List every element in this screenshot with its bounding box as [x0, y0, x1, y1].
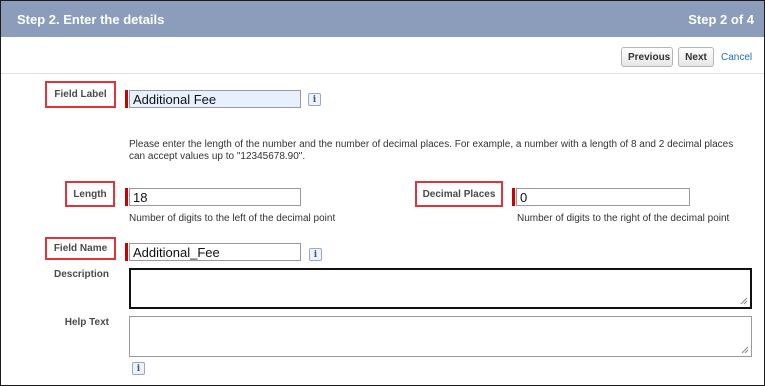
decimal-places-input[interactable]: 0 — [516, 188, 690, 206]
resize-grip-icon[interactable] — [741, 346, 749, 354]
field-label-label-text: Field Label — [54, 89, 107, 100]
decimal-places-label-text: Decimal Places — [422, 188, 496, 200]
instructions-text: Please enter the length of the number an… — [129, 139, 734, 162]
field-name-input[interactable]: Additional_Fee — [129, 243, 301, 261]
field-name-label: Field Name — [45, 237, 116, 260]
divider — [1, 73, 764, 74]
required-marker — [125, 243, 128, 261]
info-icon[interactable]: i — [308, 93, 321, 106]
step-title: Step 2. Enter the details — [17, 12, 165, 27]
description-textarea[interactable] — [129, 268, 752, 309]
help-text-textarea[interactable] — [129, 316, 752, 357]
decimal-places-hint: Number of digits to the right of the dec… — [517, 213, 730, 224]
required-marker — [512, 188, 515, 206]
field-label-label: Field Label — [45, 81, 116, 108]
help-text-label: Help Text — [64, 317, 109, 328]
length-hint: Number of digits to the left of the deci… — [129, 213, 336, 224]
field-name-label-text: Field Name — [53, 243, 108, 254]
required-marker — [125, 188, 128, 206]
length-label-text: Length — [73, 188, 107, 200]
step-indicator: Step 2 of 4 — [688, 12, 754, 27]
cancel-link[interactable]: Cancel — [721, 52, 752, 63]
resize-grip-icon[interactable] — [740, 297, 748, 305]
next-button[interactable]: Next — [678, 47, 714, 67]
description-label: Description — [53, 269, 109, 280]
field-label-input[interactable]: Additional Fee — [129, 90, 301, 108]
length-input[interactable]: 18 — [129, 188, 301, 206]
required-marker — [125, 90, 128, 108]
decimal-places-label: Decimal Places — [415, 181, 503, 207]
previous-button[interactable]: Previous — [621, 47, 673, 67]
length-label: Length — [65, 181, 115, 207]
wizard-frame: Step 2. Enter the details Step 2 of 4 Pr… — [0, 0, 765, 386]
info-icon[interactable]: i — [309, 248, 322, 261]
wizard-header: Step 2. Enter the details Step 2 of 4 — [1, 1, 764, 37]
info-icon[interactable]: i — [132, 362, 145, 375]
